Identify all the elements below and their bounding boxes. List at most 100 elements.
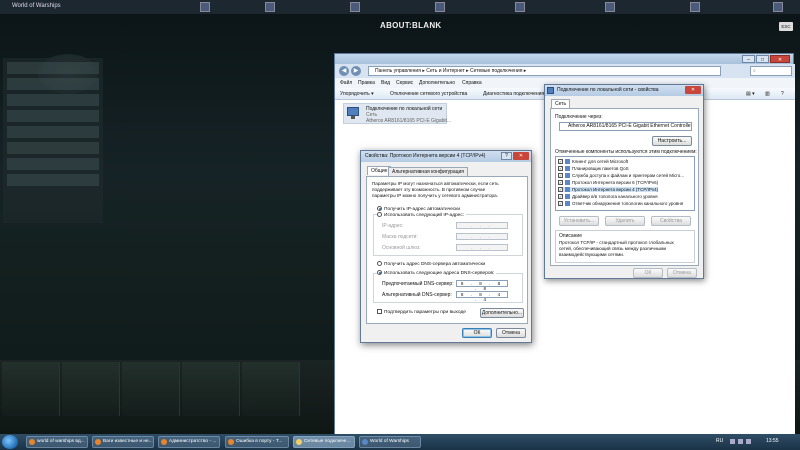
maximize-button[interactable]: □: [756, 55, 769, 63]
adapter-field: Atheros AR8161/8165 PCI-E Gigabit Ethern…: [559, 122, 692, 131]
overlay-thumbnail[interactable]: [435, 2, 445, 12]
menu-tools[interactable]: Сервис: [396, 80, 413, 86]
help-icon[interactable]: ?: [781, 91, 784, 97]
back-icon[interactable]: ◀: [339, 66, 349, 76]
dialog-titlebar: Свойства: Протокол Интернета версии 4 (T…: [361, 151, 531, 162]
properties-button[interactable]: Свойства: [651, 216, 691, 226]
volume-icon[interactable]: [746, 439, 751, 444]
alternate-dns-input[interactable]: 8 . 8 . 4 . 4: [456, 291, 508, 302]
ip-label: IP-адрес:: [382, 223, 404, 229]
components-label: Отмеченные компоненты используются этим …: [555, 149, 697, 155]
taskbar-item[interactable]: Ваги известные и не...: [92, 436, 154, 448]
list-item[interactable]: ✓ Драйвер в/в тополога канального уровня: [558, 194, 658, 200]
gateway-label: Основной шлюз:: [382, 245, 421, 251]
overlay-thumbnail[interactable]: [265, 2, 275, 12]
overlay-thumbnail[interactable]: [690, 2, 700, 12]
view-options-icon[interactable]: ▤ ▾: [746, 91, 755, 97]
close-button[interactable]: ✕: [770, 55, 790, 63]
auto-ip-radio[interactable]: Получить IP-адрес автоматически: [377, 206, 460, 212]
checkbox[interactable]: ✓: [558, 173, 563, 179]
ship-card[interactable]: [122, 362, 180, 416]
ip-address-input[interactable]: . . .: [456, 222, 508, 229]
overlay-title: ABOUT:BLANK: [380, 21, 442, 30]
list-item[interactable]: ✓ Служба доступа к файлам и принтерам сет…: [558, 173, 684, 179]
forward-icon[interactable]: ▶: [351, 66, 361, 76]
ship-card[interactable]: [182, 362, 240, 416]
checkbox[interactable]: ✓: [558, 159, 563, 165]
checkbox[interactable]: ✓: [558, 194, 563, 200]
menu-file[interactable]: Файл: [340, 80, 352, 86]
ship-card[interactable]: [2, 362, 60, 416]
game-titlebar: World of Warships: [0, 0, 800, 14]
list-item[interactable]: ✓ Планировщик пакетов QoS: [558, 166, 629, 172]
overlay-thumbnail[interactable]: [350, 2, 360, 12]
start-button[interactable]: [2, 435, 18, 449]
tab-panel: Подключение через: Atheros AR8161/8165 P…: [550, 108, 699, 266]
dns-fieldset: [373, 273, 523, 303]
taskbar-item[interactable]: Администратство - ...: [158, 436, 220, 448]
taskbar-item-active[interactable]: Сетевые подключе...: [293, 436, 355, 448]
install-button[interactable]: Установить...: [559, 216, 599, 226]
clock[interactable]: 13:55: [766, 438, 779, 444]
tab-alternate-config[interactable]: Альтернативная конфигурация: [388, 167, 468, 176]
checkbox[interactable]: ✓: [558, 187, 563, 193]
checkbox[interactable]: ✓: [558, 201, 563, 207]
cancel-button[interactable]: Отмена: [496, 328, 526, 338]
subnet-mask-input[interactable]: . . .: [456, 233, 508, 240]
preferred-dns-input[interactable]: 8 . 8 . 8 . 8: [456, 280, 508, 291]
menu-help[interactable]: Справка: [462, 80, 482, 86]
manual-ip-radio[interactable]: Использовать следующий IP-адрес:: [377, 212, 467, 218]
connect-via-label: Подключение через:: [555, 114, 603, 120]
intro-text: Параметры IP могут назначаться автоматич…: [372, 181, 499, 198]
menu-advanced[interactable]: Дополнительно: [419, 80, 455, 86]
checkbox[interactable]: ✓: [558, 180, 563, 186]
taskbar-item[interactable]: World of Warships: [359, 436, 421, 448]
close-button[interactable]: ✕: [685, 86, 701, 94]
disable-device-button[interactable]: Отключение сетевого устройства: [390, 91, 467, 97]
diagnose-button[interactable]: Диагностика подключения: [483, 91, 544, 97]
close-button[interactable]: ✕: [513, 152, 529, 160]
remove-button[interactable]: Удалить: [605, 216, 645, 226]
connection-item-lan[interactable]: Подключение по локальной сети Сеть Ather…: [343, 103, 451, 124]
overlay-thumbnail[interactable]: [605, 2, 615, 12]
connection-name: Подключение по локальной сети: [366, 106, 443, 112]
description-text: Протокол TCP/IP - стандартный протокол г…: [559, 240, 674, 257]
taskbar-item[interactable]: Ошибка в порту - T...: [225, 436, 289, 448]
list-item[interactable]: ✓ Клиент для сетей Microsoft: [558, 159, 628, 165]
search-input[interactable]: ⌕: [750, 66, 792, 76]
address-bar[interactable]: Панель управления ▸ Сеть и Интернет ▸ Се…: [368, 66, 721, 76]
validate-checkbox[interactable]: Подтвердить параметры при выходе: [377, 309, 466, 315]
window-titlebar: – □ ✕: [335, 54, 793, 64]
tray-arrow-icon[interactable]: [730, 439, 735, 444]
ship-card[interactable]: [242, 362, 300, 416]
network-tray-icon[interactable]: [738, 439, 743, 444]
gateway-input[interactable]: . . .: [456, 244, 508, 251]
ship-card[interactable]: [62, 362, 120, 416]
preview-pane-icon[interactable]: ▥: [765, 91, 770, 97]
overlay-thumbnail[interactable]: [200, 2, 210, 12]
configure-button[interactable]: Настроить...: [652, 136, 692, 146]
list-item[interactable]: ✓ Протокол Интернета версии 6 (TCP/IPv6): [558, 180, 658, 186]
overlay-thumbnail[interactable]: [515, 2, 525, 12]
esc-button[interactable]: ESC: [779, 22, 793, 31]
auto-dns-radio[interactable]: Получить адрес DNS-сервера автоматически: [377, 261, 485, 267]
list-item-selected[interactable]: ✓ Протокол Интернета версии 4 (TCP/IPv4): [558, 187, 659, 193]
help-button[interactable]: ?: [501, 152, 512, 160]
overlay-thumbnail[interactable]: [773, 2, 783, 12]
cancel-button[interactable]: Отмена: [667, 268, 697, 278]
checkbox[interactable]: [377, 309, 382, 314]
menu-view[interactable]: Вид: [381, 80, 390, 86]
ok-button[interactable]: ОК: [462, 328, 492, 338]
taskbar-item[interactable]: world of warships вд...: [26, 436, 88, 448]
radio-dot-icon: [377, 212, 382, 217]
tab-network[interactable]: Сеть: [551, 99, 571, 108]
language-indicator[interactable]: RU: [716, 438, 723, 444]
checkbox[interactable]: ✓: [558, 166, 563, 172]
minimize-button[interactable]: –: [742, 55, 755, 63]
ok-button[interactable]: ОК: [633, 268, 663, 278]
menu-edit[interactable]: Правка: [358, 80, 375, 86]
manual-dns-radio[interactable]: Использовать следующие адреса DNS-сервер…: [377, 270, 497, 276]
advanced-button[interactable]: Дополнительно...: [480, 308, 524, 318]
list-item[interactable]: ✓ Ответчик обнаружения топологии канально…: [558, 201, 683, 207]
organize-button[interactable]: Упорядочить ▾: [340, 91, 374, 97]
